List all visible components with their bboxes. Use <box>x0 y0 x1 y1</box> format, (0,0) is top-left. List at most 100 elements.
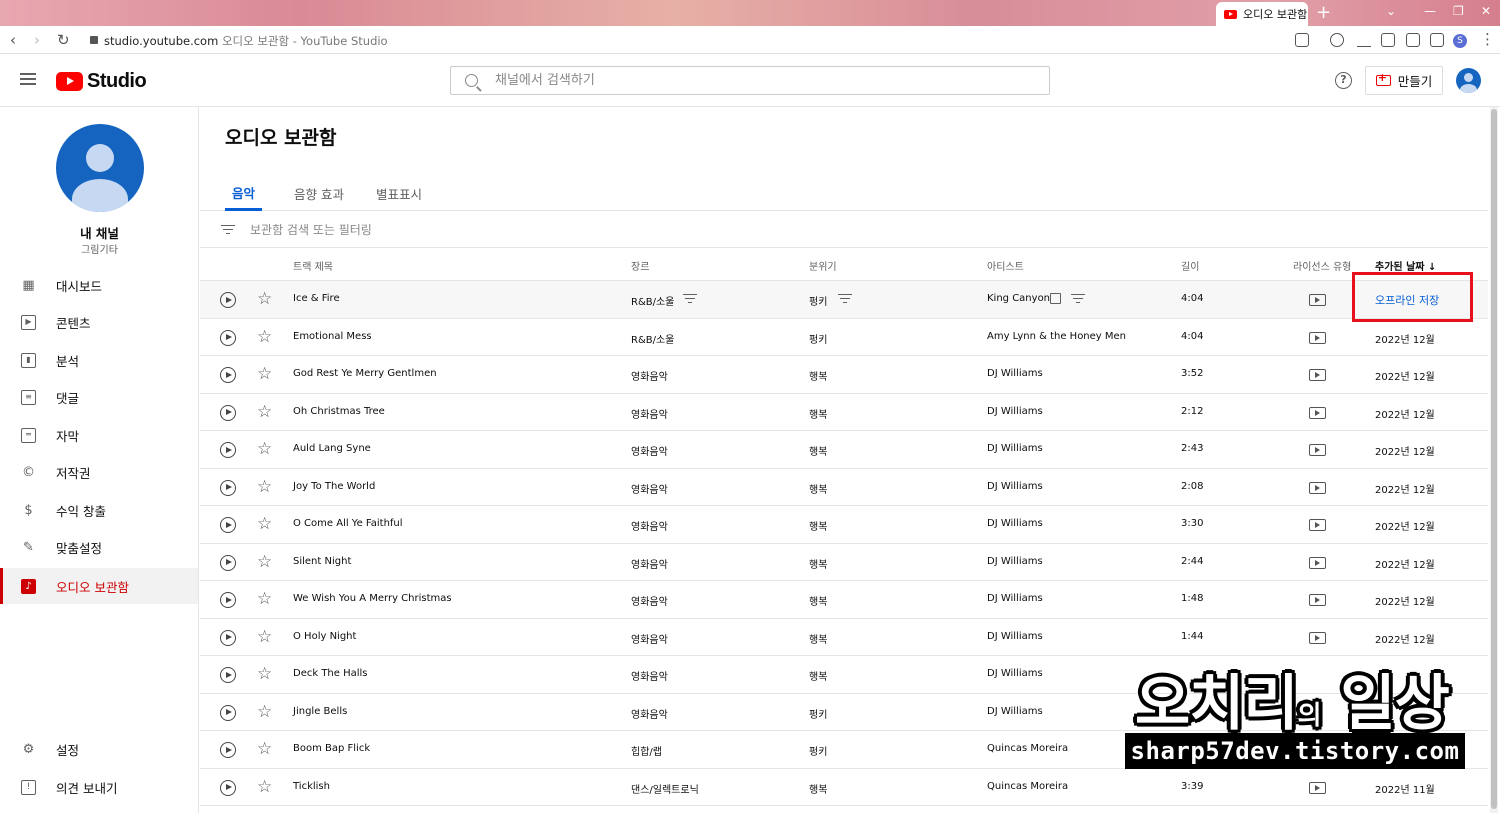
offline-save-button[interactable]: 오프라인 저장 <box>1375 292 1439 308</box>
table-row[interactable]: ☆ Silent Night 영화음악 행복 DJ Williams 2:44 … <box>200 544 1488 581</box>
star-icon[interactable]: ☆ <box>257 590 272 608</box>
channel-search-box[interactable] <box>450 66 1050 95</box>
filter-mood-icon[interactable] <box>838 294 852 304</box>
new-tab-button[interactable]: + <box>1316 3 1331 23</box>
share-icon[interactable] <box>1295 33 1309 47</box>
star-icon[interactable]: ☆ <box>257 290 272 308</box>
help-icon[interactable]: ? <box>1335 72 1352 89</box>
filter-genre-icon[interactable] <box>683 294 697 304</box>
cast-icon[interactable] <box>1381 33 1395 47</box>
table-row[interactable]: ☆ Ice & Fire R&B/소울 펑키 King Canyon 4:04 … <box>200 281 1488 319</box>
channel-search-input[interactable] <box>495 73 1035 88</box>
table-row[interactable]: ☆ O Holy Night 영화음악 행복 DJ Williams 1:44 … <box>200 619 1488 656</box>
play-icon[interactable] <box>220 704 236 721</box>
star-icon[interactable]: ☆ <box>257 740 272 758</box>
extensions-icon[interactable] <box>1330 33 1344 47</box>
star-icon[interactable]: ☆ <box>257 440 272 458</box>
star-icon[interactable]: ☆ <box>257 478 272 496</box>
table-row[interactable]: ☆ God Rest Ye Merry Gentlmen 영화음악 행복 DJ … <box>200 356 1488 394</box>
track-added-date: 2022년 11월 <box>1375 784 1435 796</box>
play-icon[interactable] <box>220 779 236 796</box>
youtube-license-icon <box>1309 481 1326 494</box>
forward-icon[interactable]: › <box>34 31 40 49</box>
track-genre: 영화음악 <box>631 522 668 533</box>
table-row[interactable]: ☆ Deck The Halls 영화음악 행복 DJ Williams <box>200 656 1488 694</box>
sidebar-item-monetization[interactable]: $ 수익 창출 <box>0 492 198 528</box>
screenshot-icon[interactable] <box>1406 33 1420 47</box>
table-row[interactable]: ☆ Ticklish 댄스/일렉트로닉 행복 Quincas Moreira 3… <box>200 769 1488 806</box>
tab-search-chevron-icon[interactable]: ⌄ <box>1386 4 1396 18</box>
tab-sound-effects[interactable]: 음향 효과 <box>287 176 351 211</box>
table-row[interactable]: ☆ Emotional Mess R&B/소울 펑키 Amy Lynn & th… <box>200 319 1488 356</box>
sidebar-item-audio-library[interactable]: ♪ 오디오 보관함 <box>0 568 198 604</box>
star-icon[interactable]: ☆ <box>257 365 272 383</box>
column-mood[interactable]: 분위기 <box>809 258 837 273</box>
star-icon[interactable]: ☆ <box>257 778 272 796</box>
reload-icon[interactable]: ↻ <box>57 31 70 49</box>
table-row[interactable]: ☆ We Wish You A Merry Christmas 영화음악 행복 … <box>200 581 1488 619</box>
minimize-icon[interactable]: — <box>1424 4 1436 18</box>
library-filter-input[interactable] <box>250 222 850 237</box>
sidebar-item-analytics[interactable]: ▮ 분석 <box>0 342 198 378</box>
url-field[interactable]: studio.youtube.com 오디오 보관함 - YouTube Stu… <box>90 33 388 49</box>
play-icon[interactable] <box>220 592 236 608</box>
column-license-type[interactable]: 라이선스 유형 <box>1293 258 1351 273</box>
play-icon[interactable] <box>220 442 236 458</box>
channel-avatar[interactable] <box>56 124 144 212</box>
sidebar-item-customization[interactable]: ✎ 맞춤설정 <box>0 529 198 565</box>
star-icon[interactable]: ☆ <box>257 553 272 571</box>
star-icon[interactable]: ☆ <box>257 628 272 646</box>
sidebar-item-dashboard[interactable]: ▦ 대시보드 <box>0 267 198 303</box>
back-icon[interactable]: ‹ <box>10 31 16 49</box>
play-icon[interactable] <box>220 667 236 683</box>
star-icon[interactable]: ☆ <box>257 703 272 721</box>
external-link-icon[interactable] <box>1050 293 1061 304</box>
play-icon[interactable] <box>220 367 236 383</box>
table-row[interactable]: ☆ Boom Bap Flick 힙합/랩 펑키 Quincas Moreira <box>200 731 1488 769</box>
play-icon[interactable] <box>220 629 236 646</box>
column-added-date[interactable]: 추가된 날짜 ↓ <box>1375 258 1436 273</box>
table-row[interactable]: ☆ Oh Christmas Tree 영화음악 행복 DJ Williams … <box>200 394 1488 431</box>
table-row[interactable]: ☆ Auld Lang Syne 영화음악 행복 DJ Williams 2:4… <box>200 431 1488 469</box>
create-button[interactable]: 만들기 <box>1365 66 1443 95</box>
filter-artist-icon[interactable] <box>1071 294 1085 304</box>
star-icon[interactable]: ☆ <box>257 403 272 421</box>
play-icon[interactable] <box>220 554 236 571</box>
sidebar-icon[interactable] <box>1430 33 1444 47</box>
restore-icon[interactable]: ❐ <box>1453 4 1464 18</box>
play-icon[interactable] <box>220 479 236 496</box>
table-row[interactable]: ☆ O Come All Ye Faithful 영화음악 행복 DJ Will… <box>200 506 1488 544</box>
account-avatar[interactable] <box>1456 68 1481 93</box>
sidebar-item-comments[interactable]: ≡ 댓글 <box>0 379 198 415</box>
browser-profile-icon[interactable]: S <box>1453 34 1467 48</box>
table-row[interactable]: ☆ Joy To The World 영화음악 행복 DJ Williams 2… <box>200 469 1488 506</box>
column-genre[interactable]: 장르 <box>631 258 649 273</box>
column-length[interactable]: 길이 <box>1181 258 1199 273</box>
play-icon[interactable] <box>220 517 236 533</box>
star-icon[interactable]: ☆ <box>257 328 272 346</box>
browser-tab-audio-library[interactable]: 오디오 보관함 <box>1216 2 1308 26</box>
sidebar-item-feedback[interactable]: ! 의견 보내기 <box>0 769 198 805</box>
column-track-title[interactable]: 트랙 제목 <box>293 258 333 273</box>
star-icon[interactable]: ☆ <box>257 515 272 533</box>
filter-icon[interactable] <box>221 224 235 235</box>
play-icon[interactable] <box>220 404 236 421</box>
tab-starred[interactable]: 별표표시 <box>368 176 430 211</box>
table-row[interactable]: ☆ Jingle Bells 영화음악 펑키 DJ Williams <box>200 694 1488 731</box>
page-scrollbar[interactable] <box>1490 107 1498 813</box>
hamburger-menu-icon[interactable] <box>20 73 36 85</box>
download-icon[interactable] <box>1357 33 1371 47</box>
play-icon[interactable] <box>220 292 236 308</box>
star-icon[interactable]: ☆ <box>257 665 272 683</box>
column-artist[interactable]: 아티스트 <box>987 258 1024 273</box>
sidebar-item-subtitles[interactable]: ═ 자막 <box>0 417 198 453</box>
sidebar-item-settings[interactable]: ⚙ 설정 <box>0 731 198 767</box>
play-icon[interactable] <box>220 329 236 346</box>
sidebar-item-content[interactable]: ▶ 콘텐츠 <box>0 304 198 340</box>
studio-logo[interactable]: Studio <box>56 70 147 93</box>
sidebar-item-copyright[interactable]: © 저작권 <box>0 454 198 490</box>
close-window-icon[interactable]: ✕ <box>1481 4 1491 18</box>
tab-music[interactable]: 음악 <box>225 176 262 211</box>
browser-menu-icon[interactable]: ⋮ <box>1480 30 1495 48</box>
play-icon[interactable] <box>220 742 236 758</box>
